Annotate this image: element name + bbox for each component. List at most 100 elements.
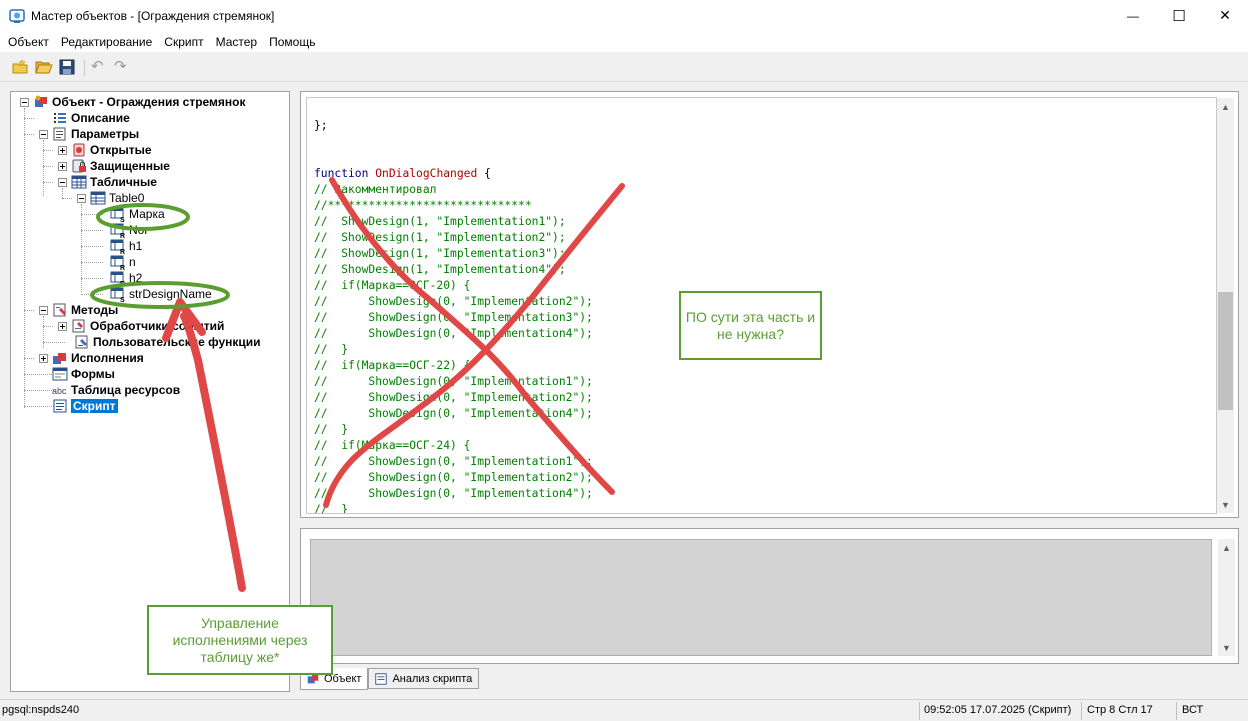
collapse-toggle[interactable] (77, 193, 86, 203)
window-title: Мастер объектов - [Ограждения стремянок] (31, 9, 275, 23)
code-function-name: OnDialogChanged (375, 167, 478, 180)
menu-script[interactable]: Скрипт (158, 33, 209, 51)
minimize-button[interactable]: — (1110, 0, 1156, 31)
menu-edit[interactable]: Редактирование (55, 33, 158, 51)
close-button[interactable]: ✕ (1202, 0, 1248, 31)
tree-item-label: Таблица ресурсов (71, 383, 181, 397)
code-line: }; (314, 119, 328, 132)
scroll-down-icon[interactable]: ▼ (1218, 639, 1235, 656)
code-line: // ShowDesign(0, "Implementation2"); (314, 295, 593, 308)
tree-item-label: n (129, 255, 136, 269)
tree-item-protected[interactable]: Защищенные (58, 158, 170, 174)
tree-item-col-design[interactable]: S strDesignName (110, 286, 212, 302)
maximize-button[interactable]: ☐ (1156, 0, 1202, 31)
scroll-down-icon[interactable]: ▼ (1217, 496, 1234, 513)
tree-item-table0[interactable]: Table0 (77, 190, 144, 206)
tree-item-label: h2 (129, 271, 143, 285)
output-scrollbar[interactable]: ▲ ▼ (1218, 539, 1235, 656)
toolbar-separator (84, 60, 85, 76)
annotation-callout-right: ПО сути эта часть и не нужна? (679, 291, 822, 360)
tab-script-analysis[interactable]: Анализ скрипта (368, 668, 480, 689)
close-icon: ✕ (1219, 7, 1231, 23)
scroll-thumb[interactable] (1218, 292, 1233, 410)
tree-item-user-functions[interactable]: Пользовательские функции (74, 334, 261, 350)
column-icon: R (110, 223, 125, 238)
output-area[interactable] (310, 539, 1212, 656)
status-position: Стр 8 Стл 17 (1087, 704, 1153, 716)
code-line: // ShowDesign(1, "Implementation4"); (314, 263, 566, 276)
tree-item-col-h1[interactable]: R h1 (110, 238, 142, 254)
tree-item-parameters[interactable]: Параметры (39, 126, 139, 142)
save-disk-icon[interactable] (58, 59, 76, 75)
code-line: // ShowDesign(0, "Implementation2"); (314, 471, 593, 484)
column-icon: S (110, 207, 125, 222)
expand-toggle[interactable] (39, 353, 48, 363)
column-icon: S (110, 287, 125, 302)
code-line: // ShowDesign(0, "Implementation2"); (314, 391, 593, 404)
tree-item-event-handlers[interactable]: Обработчики событий (58, 318, 224, 334)
tree-item-resources[interactable]: abc Таблица ресурсов (52, 382, 180, 398)
app-icon (9, 9, 25, 23)
tree-item-description[interactable]: Описание (52, 110, 130, 126)
tree-item-col-h2[interactable]: R h2 (110, 270, 142, 286)
protected-params-icon (72, 159, 86, 173)
collapse-toggle[interactable] (58, 177, 67, 187)
collapse-toggle[interactable] (20, 97, 29, 107)
scroll-up-icon[interactable]: ▲ (1218, 539, 1235, 556)
methods-icon (53, 303, 66, 317)
resources-abc-icon: abc (52, 386, 67, 396)
code-line: //****************************** (314, 199, 532, 212)
tree-item-methods[interactable]: Методы (39, 302, 118, 318)
tree-item-label: Nor (129, 223, 149, 237)
svg-text:S: S (120, 297, 125, 302)
table-icon (90, 191, 106, 205)
open-params-icon (73, 143, 85, 157)
expand-toggle[interactable] (58, 145, 67, 155)
undo-icon[interactable]: ↶ (91, 57, 109, 75)
tree-item-script[interactable]: Скрипт (52, 398, 118, 414)
tree-item-label: Методы (71, 303, 119, 317)
tree-item-label: Скрипт (71, 399, 118, 413)
toolbar: ↶ ↷ (0, 52, 1248, 82)
object-icon (35, 95, 47, 107)
tree-item-col-nor[interactable]: R Nor (110, 222, 148, 238)
tree-item-label: Табличные (90, 175, 157, 189)
menu-object[interactable]: Объект (2, 33, 55, 51)
open-folder-icon[interactable] (35, 59, 53, 75)
tree-item-forms[interactable]: Формы (52, 366, 115, 382)
menu-help[interactable]: Помощь (263, 33, 321, 51)
tree-item-tabular[interactable]: Табличные (58, 174, 157, 190)
editor-scrollbar[interactable]: ▲ ▼ (1217, 98, 1234, 513)
code-line-function: function OnDialogChanged { (314, 167, 491, 180)
tree-item-col-n[interactable]: R n (110, 254, 136, 270)
tree-item-label: Параметры (71, 127, 140, 141)
annotation-callout-bottom: Управление исполнениями через таблицу же… (147, 605, 333, 675)
code-line: // } (314, 423, 349, 436)
executions-icon (53, 353, 66, 364)
tree-item-label: Описание (71, 111, 130, 125)
code-line: // ShowDesign(1, "Implementation2"); (314, 231, 566, 244)
tree-item-open[interactable]: Открытые (58, 142, 152, 158)
scroll-up-icon[interactable]: ▲ (1217, 98, 1234, 115)
redo-icon[interactable]: ↷ (114, 57, 132, 75)
list-icon (54, 113, 66, 123)
expand-toggle[interactable] (58, 321, 67, 331)
script-icon (375, 672, 388, 685)
code-line: // ShowDesign(0, "Implementation3"); (314, 311, 593, 324)
tree-item-col-marka[interactable]: S Марка (110, 206, 165, 222)
status-connection: pgsql:nspds240 (2, 704, 80, 716)
tree-item-executions[interactable]: Исполнения (39, 350, 144, 366)
minimize-icon: — (1127, 8, 1139, 23)
new-object-icon[interactable] (11, 59, 29, 75)
collapse-toggle[interactable] (39, 305, 48, 315)
collapse-toggle[interactable] (39, 129, 48, 139)
tree-item-label: strDesignName (129, 287, 212, 301)
tree-item-label: Исполнения (71, 351, 144, 365)
user-functions-icon (75, 335, 88, 349)
parameters-icon (53, 127, 66, 141)
tree-root[interactable]: Объект - Ограждения стремянок (20, 94, 246, 110)
event-handlers-icon (72, 319, 85, 333)
menu-wizard[interactable]: Мастер (210, 33, 264, 51)
tree-item-label: Обработчики событий (90, 319, 225, 333)
expand-toggle[interactable] (58, 161, 67, 171)
